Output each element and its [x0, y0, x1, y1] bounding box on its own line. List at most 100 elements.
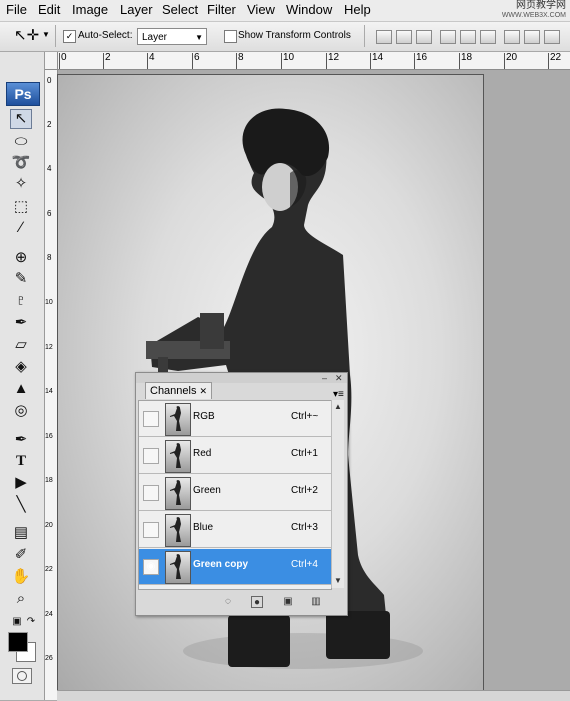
channel-thumbnail	[165, 440, 191, 473]
path-selection-tool-icon[interactable]: ▶	[10, 473, 32, 493]
move-tool-icon[interactable]: ↖	[10, 109, 32, 129]
tab-channels-label: Channels	[150, 385, 197, 397]
distribute-bottom-icon[interactable]	[544, 30, 560, 44]
magic-wand-tool-icon[interactable]: ✧	[10, 174, 32, 194]
channel-name: Red	[193, 448, 212, 459]
quick-mask-icon[interactable]	[12, 668, 32, 684]
trash-icon[interactable]: ▥	[310, 596, 322, 608]
swap-colors-icon[interactable]: ↷	[20, 612, 42, 632]
history-brush-tool-icon[interactable]: ✒	[10, 313, 32, 333]
ruler-tick	[326, 53, 327, 69]
eraser-tool-icon[interactable]: ▱	[10, 335, 32, 355]
ruler-tick	[414, 53, 415, 69]
align-bottom-icon[interactable]	[416, 30, 432, 44]
chevron-down-icon: ▼	[195, 33, 203, 42]
menu-window[interactable]: Window	[286, 2, 332, 17]
chevron-down-icon[interactable]: ▼	[42, 30, 50, 39]
type-tool-icon[interactable]: T	[10, 451, 32, 471]
align-top-icon[interactable]	[376, 30, 392, 44]
dodge-tool-icon[interactable]: ◎	[10, 401, 32, 421]
ruler-label: 18	[461, 52, 473, 63]
menu-layer[interactable]: Layer	[120, 2, 153, 17]
move-tool-preset-icon[interactable]: ↖✛	[14, 26, 39, 44]
align-right-icon[interactable]	[480, 30, 496, 44]
menu-view[interactable]: View	[247, 2, 275, 17]
panel-menu-icon[interactable]: ▾≡	[333, 389, 344, 400]
ruler-label: 6	[194, 52, 200, 63]
slice-tool-icon[interactable]: ∕	[10, 218, 32, 238]
ruler-tick	[548, 53, 549, 69]
foreground-color-swatch[interactable]	[8, 632, 28, 652]
blur-tool-icon[interactable]: ▲	[10, 379, 32, 399]
lasso-tool-icon[interactable]: ➰	[10, 153, 32, 173]
paint-bucket-tool-icon[interactable]: ◈	[10, 357, 32, 377]
ruler-tick	[59, 53, 60, 69]
scroll-up-icon[interactable]: ▲	[334, 402, 342, 411]
channel-row-green-copy[interactable]: ◉ Green copy Ctrl+4	[139, 549, 331, 585]
new-channel-icon[interactable]: ▣	[282, 596, 294, 608]
ruler-label: 2	[47, 120, 52, 129]
channel-row-blue[interactable]: Blue Ctrl+3	[139, 512, 331, 548]
menu-bar: File Edit Image Layer Select Filter View…	[0, 0, 570, 22]
line-tool-icon[interactable]: ╲	[10, 495, 32, 515]
eyedropper-tool-icon[interactable]: ✐	[10, 545, 32, 565]
watermark: 网页教学网 WWW.WEB3X.COM	[480, 1, 566, 21]
ruler-label: 0	[47, 76, 52, 85]
channel-name: Green	[193, 485, 221, 496]
save-selection-icon[interactable]: ●	[251, 596, 263, 608]
channel-shortcut: Ctrl+4	[291, 559, 318, 570]
distribute-top-icon[interactable]	[504, 30, 520, 44]
ruler-label: 20	[506, 52, 518, 63]
crop-tool-icon[interactable]: ⬚	[10, 197, 32, 217]
menu-image[interactable]: Image	[72, 2, 108, 17]
ruler-label: 10	[45, 299, 53, 306]
ruler-label: 14	[372, 52, 384, 63]
healing-brush-tool-icon[interactable]: ⊕	[10, 248, 32, 268]
load-selection-icon[interactable]: ◌	[222, 596, 234, 608]
visibility-toggle[interactable]	[143, 485, 159, 501]
ruler-label: 16	[416, 52, 428, 63]
divider	[55, 25, 56, 47]
menu-edit[interactable]: Edit	[38, 2, 60, 17]
horizontal-scrollbar[interactable]	[57, 690, 570, 701]
auto-select-checkbox[interactable]: ✓	[63, 30, 76, 43]
menu-file[interactable]: File	[6, 2, 27, 17]
notes-tool-icon[interactable]: ▤	[10, 523, 32, 543]
close-icon[interactable]: ✕	[335, 373, 343, 383]
distribute-center-icon[interactable]	[524, 30, 540, 44]
channel-row-red[interactable]: Red Ctrl+1	[139, 438, 331, 474]
align-left-icon[interactable]	[440, 30, 456, 44]
zoom-tool-icon[interactable]: ⌕	[10, 589, 32, 609]
visibility-toggle[interactable]	[143, 411, 159, 427]
brush-tool-icon[interactable]: ✎	[10, 269, 32, 289]
toolbox: Ps ↖ ⬭ ➰ ✧ ⬚ ∕ ⊕ ✎ ♇ ✒ ▱ ◈ ▲ ◎ ✒ T ▶ ╲ ▤…	[0, 52, 45, 700]
options-bar: ↖✛ ▼ ✓ Auto-Select: Layer ▼ Show Transfo…	[0, 22, 570, 52]
menu-help[interactable]: Help	[344, 2, 371, 17]
pen-tool-icon[interactable]: ✒	[10, 430, 32, 450]
align-vertical-center-icon[interactable]	[396, 30, 412, 44]
show-transform-checkbox[interactable]	[224, 30, 237, 43]
marquee-tool-icon[interactable]: ⬭	[10, 132, 32, 152]
eye-icon[interactable]: ◉	[143, 559, 159, 575]
channel-row-green[interactable]: Green Ctrl+2	[139, 475, 331, 511]
tab-channels[interactable]: Channels ✕	[145, 382, 213, 399]
ruler-label: 14	[45, 388, 53, 395]
hand-tool-icon[interactable]: ✋	[10, 567, 32, 587]
channel-row-rgb[interactable]: RGB Ctrl+~	[139, 401, 331, 437]
tab-close-icon[interactable]: ✕	[199, 386, 207, 396]
ruler-tick	[370, 53, 371, 69]
ruler-label: 12	[45, 344, 53, 351]
menu-filter[interactable]: Filter	[207, 2, 236, 17]
menu-select[interactable]: Select	[162, 2, 198, 17]
align-horizontal-center-icon[interactable]	[460, 30, 476, 44]
panel-scrollbar[interactable]: ▲ ▼	[331, 400, 344, 588]
scroll-down-icon[interactable]: ▼	[334, 576, 342, 585]
auto-select-dropdown[interactable]: Layer ▼	[137, 28, 207, 45]
ruler-label: 4	[149, 52, 155, 63]
ruler-tick	[504, 53, 505, 69]
ps-logo: Ps	[6, 82, 40, 106]
visibility-toggle[interactable]	[143, 448, 159, 464]
clone-stamp-tool-icon[interactable]: ♇	[10, 291, 32, 311]
minimize-icon[interactable]: –	[322, 373, 327, 383]
visibility-toggle[interactable]	[143, 522, 159, 538]
